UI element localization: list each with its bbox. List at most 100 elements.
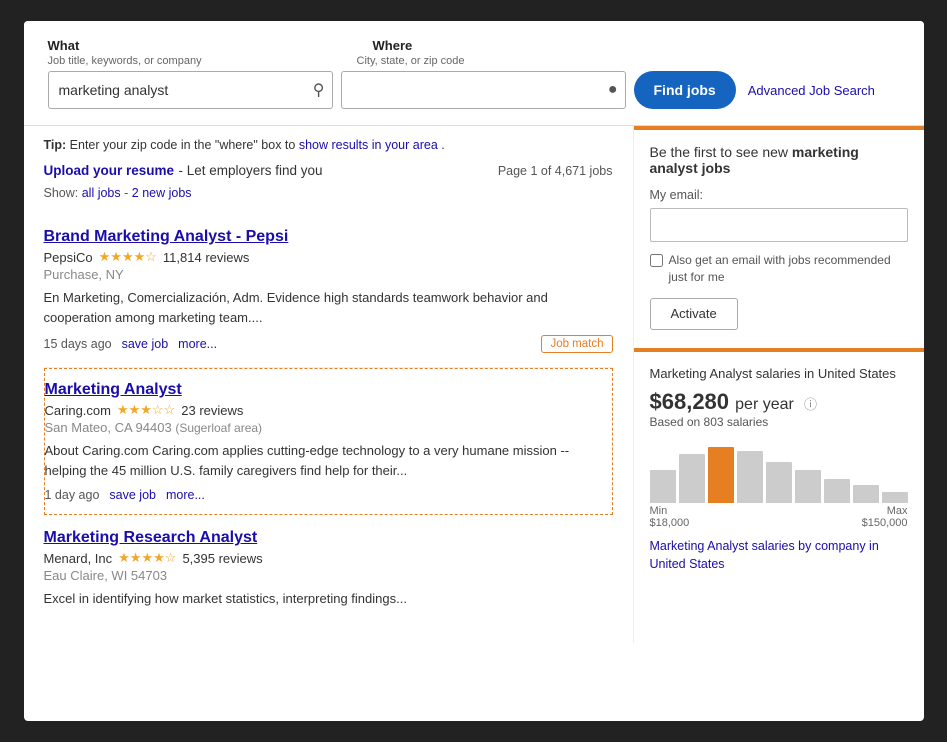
stars-3: ★★★★☆ (118, 550, 176, 566)
company-row-3: Menard, Inc ★★★★☆ 5,395 reviews (44, 550, 613, 566)
company-name-1: PepsiCo (44, 250, 93, 265)
save-job-1[interactable]: save job (122, 337, 169, 351)
where-sublabel: City, state, or zip code (357, 55, 642, 67)
chart-min-label: Min $18,000 (650, 505, 690, 529)
job-desc-1: En Marketing, Comercialización, Adm. Evi… (44, 288, 613, 327)
job-title-2[interactable]: Marketing Analyst (45, 381, 612, 399)
salary-basis: Based on 803 salaries (650, 415, 908, 429)
search-header: What Job title, keywords, or company Whe… (24, 21, 924, 109)
job-age-2: 1 day ago (45, 488, 100, 502)
company-row-1: PepsiCo ★★★★☆ 11,814 reviews (44, 249, 613, 265)
tip-bar: Tip: Enter your zip code in the "where" … (44, 138, 613, 152)
upload-resume-suffix: - Let employers find you (178, 163, 322, 178)
chart-labels: Min $18,000 Max $150,000 (650, 505, 908, 529)
job-location-3: Eau Claire, WI 54703 (44, 568, 613, 583)
desc-text-2: About Caring.com Caring.com applies cutt… (45, 443, 570, 478)
job-desc-3: Excel in identifying how market statisti… (44, 589, 613, 609)
checkbox-label: Also get an email with jobs recommended … (669, 252, 908, 286)
salary-value: $68,280 (650, 389, 730, 414)
job-card-3: Marketing Research Analyst Menard, Inc ★… (44, 515, 613, 631)
salary-bar (824, 479, 850, 503)
what-label-col: What Job title, keywords, or company (48, 37, 333, 67)
job-card-1: Brand Marketing Analyst - Pepsi PepsiCo … (44, 214, 613, 368)
search-labels: What Job title, keywords, or company Whe… (48, 37, 900, 67)
where-label-col: Where City, state, or zip code (357, 37, 642, 67)
salary-section: Marketing Analyst salaries in United Sta… (634, 348, 924, 588)
salary-bar (650, 470, 676, 502)
alert-title: Be the first to see new marketing analys… (650, 144, 908, 176)
company-name-3: Menard, Inc (44, 551, 113, 566)
reviews-2: 23 reviews (181, 403, 243, 418)
min-label: Min (650, 505, 690, 517)
page-info: Page 1 of 4,671 jobs (498, 164, 613, 178)
salary-bar (708, 447, 734, 503)
reviews-3: 5,395 reviews (182, 551, 262, 566)
location-icon: ● (608, 81, 618, 99)
advanced-search-link[interactable]: Advanced Job Search (748, 83, 875, 98)
where-input-wrap: ● (341, 71, 626, 109)
what-input-wrap: ⚲ (48, 71, 333, 109)
job-desc-2: About Caring.com Caring.com applies cutt… (45, 441, 612, 480)
bar-row (650, 443, 908, 503)
location-text-2: San Mateo, CA 94403 (45, 420, 172, 435)
max-value: $150,000 (862, 517, 908, 529)
salary-bar (882, 492, 908, 503)
job-location-2: San Mateo, CA 94403 (Sugerloaf area) (45, 420, 612, 435)
find-jobs-button[interactable]: Find jobs (634, 71, 736, 109)
chart-max-label: Max $150,000 (862, 505, 908, 529)
salary-bar (679, 454, 705, 502)
save-job-2[interactable]: save job (109, 488, 156, 502)
where-input[interactable] (341, 71, 626, 109)
job-match-badge-1: Job match (541, 335, 612, 353)
upload-resume-section: Upload your resume - Let employers find … (44, 162, 323, 180)
job-footer-1: 15 days ago save job more... Job match (44, 335, 613, 353)
checkbox-row: Also get an email with jobs recommended … (650, 252, 908, 286)
upload-resume-row: Upload your resume - Let employers find … (44, 162, 613, 180)
email-input[interactable] (650, 208, 908, 242)
tip-link[interactable]: show results in your area (299, 138, 438, 152)
salary-info-icon: ⓘ (804, 397, 817, 412)
right-column: Be the first to see new marketing analys… (634, 126, 924, 643)
main-content: Tip: Enter your zip code in the "where" … (24, 126, 924, 643)
salary-bar (737, 451, 763, 503)
salary-title: Marketing Analyst salaries in United Sta… (650, 366, 908, 381)
company-row-2: Caring.com ★★★☆☆ 23 reviews (45, 402, 612, 418)
more-2[interactable]: more... (166, 488, 205, 502)
max-label: Max (862, 505, 908, 517)
email-label: My email: (650, 188, 908, 202)
area-note-2: (Sugerloaf area) (175, 421, 262, 435)
tip-label: Tip: (44, 138, 67, 152)
show-prefix: Show: (44, 186, 82, 200)
salary-chart: Min $18,000 Max $150,000 (650, 443, 908, 529)
recommend-checkbox[interactable] (650, 254, 663, 267)
job-card-2: Marketing Analyst Caring.com ★★★☆☆ 23 re… (44, 368, 613, 515)
left-column: Tip: Enter your zip code in the "where" … (24, 126, 634, 643)
more-1[interactable]: more... (178, 337, 217, 351)
show-separator: - (124, 186, 132, 200)
job-footer-2: 1 day ago save job more... (45, 488, 612, 502)
salary-bar (766, 462, 792, 503)
new-jobs-count: 2 new jobs (132, 186, 192, 200)
what-input[interactable] (48, 71, 333, 109)
job-title-3[interactable]: Marketing Research Analyst (44, 529, 613, 547)
show-bar: Show: all jobs - 2 new jobs (44, 186, 613, 200)
all-jobs-link[interactable]: all jobs (82, 186, 121, 200)
stars-2: ★★★☆☆ (117, 402, 175, 418)
job-title-1[interactable]: Brand Marketing Analyst - Pepsi (44, 228, 613, 246)
salary-bar (795, 470, 821, 502)
alert-title-prefix: Be the first to see new (650, 144, 792, 160)
salary-unit: per year (735, 396, 794, 413)
stars-1: ★★★★☆ (99, 249, 157, 265)
where-label: Where (373, 38, 413, 53)
min-value: $18,000 (650, 517, 690, 529)
upload-resume-link[interactable]: Upload your resume (44, 163, 175, 178)
salary-link[interactable]: Marketing Analyst salaries by company in… (650, 539, 879, 572)
reviews-1: 11,814 reviews (163, 250, 249, 265)
salary-bar (853, 485, 879, 502)
company-name-2: Caring.com (45, 403, 111, 418)
email-alert-section: Be the first to see new marketing analys… (634, 126, 924, 344)
job-age-1: 15 days ago (44, 337, 112, 351)
search-row: ⚲ ● Find jobs Advanced Job Search (48, 71, 900, 109)
activate-button[interactable]: Activate (650, 298, 738, 330)
search-icon-btn[interactable]: ⚲ (313, 80, 325, 100)
